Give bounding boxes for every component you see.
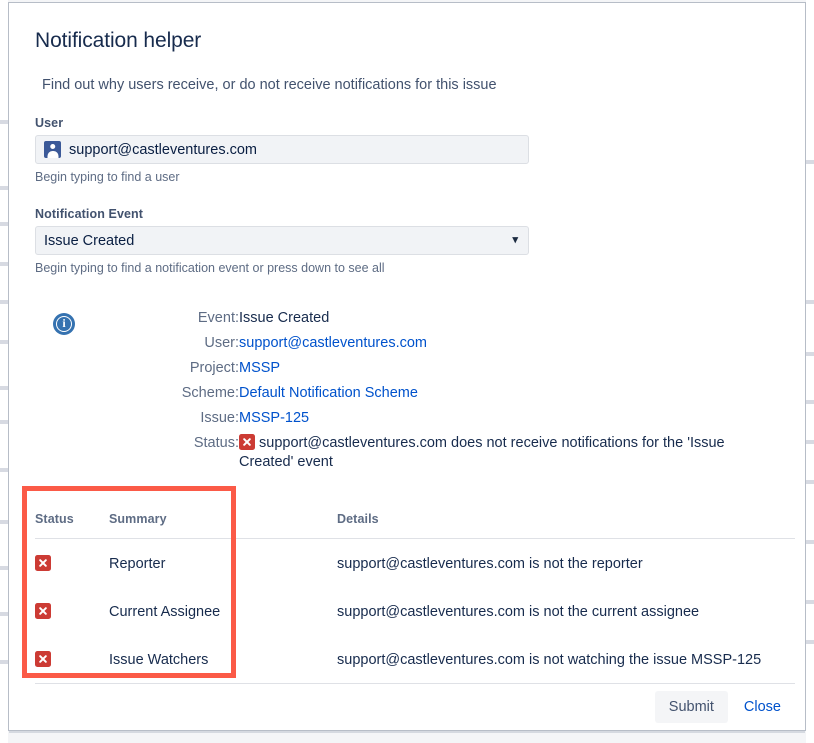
- info-circle-icon: [53, 313, 75, 335]
- red-x-icon: [239, 434, 255, 450]
- user-input[interactable]: support@castleventures.com: [35, 135, 529, 164]
- notification-event-value: Issue Created: [44, 232, 135, 249]
- notification-event-field-group: Notification Event Issue Created ▾ Begin…: [35, 184, 779, 275]
- issue-link[interactable]: MSSP-125: [239, 410, 309, 426]
- dialog-footer: Submit Close: [9, 668, 805, 730]
- info-value-project: MSSP: [239, 359, 779, 384]
- red-x-icon: [35, 555, 51, 571]
- row-status-cell: [35, 539, 109, 588]
- info-row-issue: Issue: MSSP-125: [35, 409, 779, 434]
- info-row-status: Status: support@castleventures.com does …: [35, 434, 779, 478]
- info-label-user: User:: [204, 335, 239, 351]
- row-details-cell: support@castleventures.com is not the cu…: [337, 603, 700, 620]
- row-summary-cell: Reporter: [109, 555, 166, 572]
- column-header-status: Status: [35, 498, 109, 539]
- table-row: Current Assignee support@castleventures.…: [35, 587, 795, 635]
- background-page-left: [0, 0, 8, 743]
- screen: Notification helper Find out why users r…: [0, 0, 814, 743]
- info-row-project: Project: MSSP: [35, 359, 779, 384]
- user-field-hint: Begin typing to find a user: [35, 170, 180, 184]
- notification-event-hint: Begin typing to find a notification even…: [35, 261, 385, 275]
- info-value-issue: MSSP-125: [239, 409, 779, 434]
- row-details-cell: support@castleventures.com is not the re…: [337, 555, 643, 572]
- close-button[interactable]: Close: [744, 699, 781, 715]
- info-label-issue: Issue:: [200, 410, 239, 426]
- dialog-shadow: [9, 731, 805, 733]
- info-row-scheme: Scheme: Default Notification Scheme: [35, 384, 779, 409]
- user-field-group: User support@castleventures.com Begin ty…: [35, 93, 779, 184]
- info-value-scheme: Default Notification Scheme: [239, 384, 779, 409]
- user-input-value: support@castleventures.com: [69, 141, 257, 158]
- info-row-user: User: support@castleventures.com: [35, 334, 779, 359]
- column-header-details: Details: [337, 498, 795, 539]
- info-label-project: Project:: [189, 360, 239, 376]
- info-summary-table: Event: Issue Created User: support@castl…: [35, 309, 779, 478]
- info-value-user: support@castleventures.com: [239, 334, 779, 359]
- table-row: Reporter support@castleventures.com is n…: [35, 539, 795, 588]
- red-x-icon: [35, 651, 51, 667]
- info-row-event: Event: Issue Created: [35, 309, 779, 334]
- status-message: support@castleventures.com does not rece…: [239, 435, 725, 470]
- notification-event-select[interactable]: Issue Created ▾: [35, 226, 529, 255]
- footer-actions: Submit Close: [654, 691, 781, 723]
- notification-results-table-wrapper: Status Summary Details Reporter support@…: [35, 498, 795, 684]
- row-summary-cell: Current Assignee: [109, 603, 221, 620]
- chevron-down-icon[interactable]: ▾: [512, 234, 518, 245]
- info-value-event: Issue Created: [239, 310, 330, 326]
- info-value-status: support@castleventures.com does not rece…: [239, 434, 779, 478]
- dialog-description: Find out why users receive, or do not re…: [42, 77, 497, 93]
- notification-info-block: Event: Issue Created User: support@castl…: [35, 275, 779, 478]
- notification-results-table: Status Summary Details Reporter support@…: [35, 498, 795, 684]
- notification-helper-dialog: Notification helper Find out why users r…: [8, 2, 806, 731]
- background-page-right: [806, 0, 814, 743]
- notification-event-label: Notification Event: [35, 207, 144, 221]
- project-link[interactable]: MSSP: [239, 360, 280, 376]
- user-link[interactable]: support@castleventures.com: [239, 335, 427, 351]
- table-header-row: Status Summary Details: [35, 498, 795, 539]
- column-header-summary: Summary: [109, 498, 337, 539]
- info-label-status: Status:: [193, 435, 239, 451]
- page-title: Notification helper: [35, 29, 202, 52]
- red-x-icon: [35, 603, 51, 619]
- user-field-label: User: [35, 116, 64, 130]
- scheme-link[interactable]: Default Notification Scheme: [239, 385, 418, 401]
- info-label-scheme: Scheme:: [181, 385, 239, 401]
- submit-button[interactable]: Submit: [654, 691, 728, 723]
- user-avatar-icon: [44, 141, 61, 158]
- row-status-cell: [35, 587, 109, 635]
